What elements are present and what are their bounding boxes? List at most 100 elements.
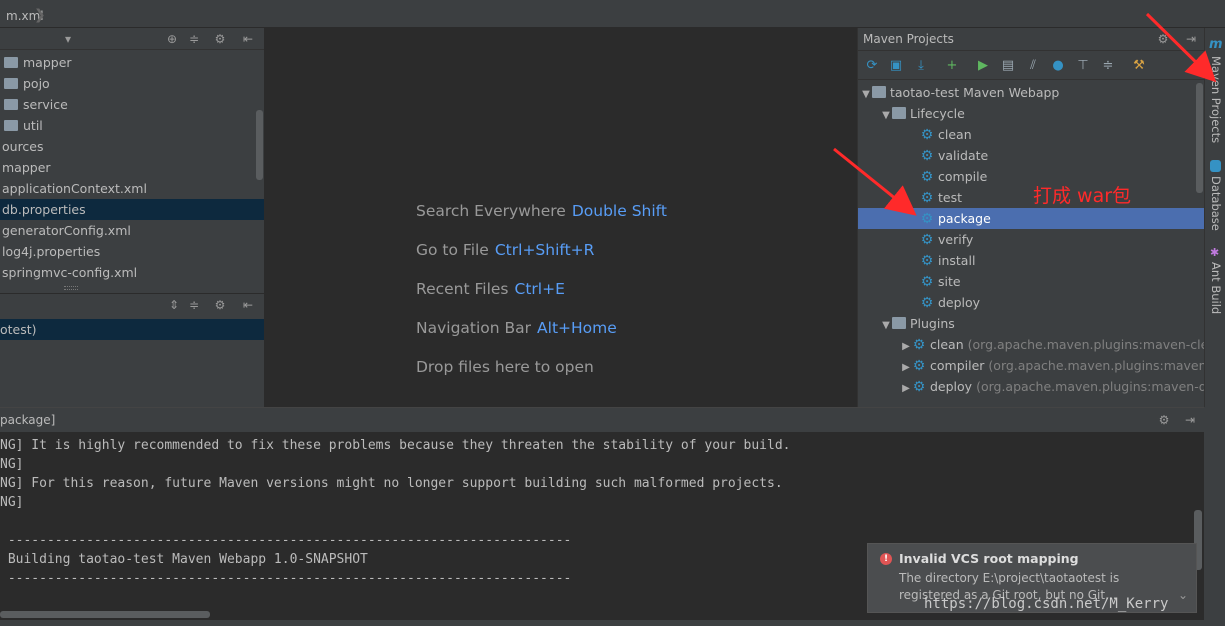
editor-hint-shortcut: Ctrl+E xyxy=(514,280,565,298)
project-tree-item-label: generatorConfig.xml xyxy=(2,223,131,238)
maven-goal-compile[interactable]: ⚙ compile xyxy=(858,166,1205,187)
gear-icon[interactable]: ⚙ xyxy=(1155,31,1171,47)
console-line: NG] It is highly recommended to fix thes… xyxy=(0,438,791,453)
tab-ant-build[interactable]: Ant Build xyxy=(1205,262,1225,314)
hide-icon[interactable]: ⇤ xyxy=(240,31,256,47)
reimport-icon[interactable]: ⟳ xyxy=(864,58,880,74)
maven-project-label: taotao-test Maven Webapp xyxy=(890,85,1060,100)
gear-icon[interactable]: ⚙ xyxy=(212,31,228,47)
project-tree-item[interactable]: pojo xyxy=(0,73,264,94)
gear-icon[interactable]: ⚙ xyxy=(1156,412,1172,428)
maven-plugins-node[interactable]: ▼ Plugins xyxy=(858,313,1205,334)
maven-scrollbar[interactable] xyxy=(1196,83,1203,193)
toggle-offline-icon[interactable]: ⫽ xyxy=(1025,58,1041,74)
maven-plugins-label: Plugins xyxy=(910,316,955,331)
download-icon[interactable]: ⤓ xyxy=(913,58,929,74)
editor-hint: Drop files here to open xyxy=(416,358,594,376)
status-strip xyxy=(0,620,1225,626)
console-hscrollbar[interactable] xyxy=(0,611,210,618)
maven-goal-test[interactable]: ⚙ test xyxy=(858,187,1205,208)
gear-icon[interactable]: ⚙ xyxy=(212,297,228,313)
show-dependencies-icon[interactable]: ⊤ xyxy=(1075,58,1091,74)
editor-hint: Navigation Bar Alt+Home xyxy=(416,319,617,337)
maven-toolbar: ⟳ ▣ ⤓ + ▶ ▤ ⫽ ● ⊤ ≑ ⚒ xyxy=(858,52,1205,80)
gear-icon: ⚙ xyxy=(920,148,934,164)
project-toolbar: ▾ ⊕ ≑ ⚙ ⇤ xyxy=(0,28,264,50)
settings-icon[interactable]: ⚒ xyxy=(1131,58,1147,74)
run-icon[interactable]: ▶ xyxy=(975,58,991,74)
maven-project-node[interactable]: ▼ taotao-test Maven Webapp xyxy=(858,82,1205,103)
hide-icon[interactable]: ⇤ xyxy=(240,297,256,313)
run-config-icon[interactable]: ▤ xyxy=(1000,58,1016,74)
folder-icon xyxy=(4,78,18,89)
project-tree-item[interactable]: applicationContext.xml xyxy=(0,178,264,199)
editor-hint-text: Navigation Bar xyxy=(416,319,532,337)
hide-icon[interactable]: ⇥ xyxy=(1183,31,1199,47)
structure-panel: ⇕ ≑ ⚙ ⇤ otest) xyxy=(0,293,264,407)
tab-database[interactable]: Database xyxy=(1205,176,1225,231)
console-line: NG] xyxy=(0,457,24,472)
generate-sources-icon[interactable]: ▣ xyxy=(888,58,904,74)
dropdown-arrow-icon[interactable]: ▾ xyxy=(60,31,76,47)
add-icon[interactable]: + xyxy=(944,58,960,74)
project-tree-item[interactable]: springmvc-config.xml xyxy=(0,262,264,283)
expand-arrow-icon: ▼ xyxy=(882,110,890,121)
project-tree-item[interactable]: util xyxy=(0,115,264,136)
project-tree-item[interactable]: service xyxy=(0,94,264,115)
expand-icon[interactable]: ⇕ xyxy=(166,297,182,313)
expand-arrow-icon: ▶ xyxy=(902,383,910,394)
maven-plugin-name: compiler xyxy=(930,358,985,373)
maven-goal-validate[interactable]: ⚙ validate xyxy=(858,145,1205,166)
project-tree-item-label: springmvc-config.xml xyxy=(2,265,138,280)
chevron-down-icon[interactable]: ⌄ xyxy=(1178,588,1188,602)
maven-goal-install[interactable]: ⚙ install xyxy=(858,250,1205,271)
maven-plugin-compiler[interactable]: ▶ ⚙ compiler (org.apache.maven.plugins:mave… xyxy=(858,355,1225,376)
project-tree-item-label: mapper xyxy=(2,160,51,175)
ant-icon: ✱ xyxy=(1210,246,1220,259)
maven-plugin-detail: (org.apache.maven.plugins:maven-co xyxy=(988,358,1225,373)
maven-plugin-clean[interactable]: ▶ ⚙ clean (org.apache.maven.plugins:maven-c… xyxy=(858,334,1224,355)
editor-tab-bar: m.xml ❯ xyxy=(0,0,1225,28)
project-tree-item-label: ources xyxy=(2,139,44,154)
console-line: ----------------------------------------… xyxy=(0,571,572,586)
maven-plugin-name: clean xyxy=(930,337,964,352)
project-tree-item[interactable]: mapper xyxy=(0,157,264,178)
maven-goal-clean[interactable]: ⚙ clean xyxy=(858,124,1205,145)
maven-plugin-detail: (org.apache.maven.plugins:maven-dep xyxy=(976,379,1223,394)
project-tree-item-label: util xyxy=(23,118,43,133)
console-line: ----------------------------------------… xyxy=(0,533,572,548)
project-tree-item[interactable]: generatorConfig.xml xyxy=(0,220,264,241)
resize-grip[interactable] xyxy=(64,286,78,290)
project-tree-item[interactable]: db.properties xyxy=(0,199,264,220)
editor-hint-text: Search Everywhere xyxy=(416,202,566,220)
project-tree-item[interactable]: mapper xyxy=(0,52,264,73)
collapse-icon[interactable]: ≑ xyxy=(186,297,202,313)
project-tree-item[interactable]: log4j.properties xyxy=(0,241,264,262)
project-tree-item[interactable]: ources xyxy=(0,136,264,157)
folder-icon xyxy=(4,120,18,131)
locate-icon[interactable]: ⊕ xyxy=(164,31,180,47)
maven-plugin-detail: (org.apache.maven.plugins:maven-clean xyxy=(967,337,1224,352)
maven-plugin-deploy[interactable]: ▶ ⚙ deploy (org.apache.maven.plugins:maven-… xyxy=(858,376,1222,397)
console-line: NG] xyxy=(0,495,24,510)
maven-goal-package[interactable]: ⚙ package xyxy=(858,208,1205,229)
structure-selected-row[interactable]: otest) xyxy=(0,319,264,340)
hide-icon[interactable]: ⇥ xyxy=(1182,412,1198,428)
collapse-icon[interactable]: ≑ xyxy=(186,31,202,47)
project-tree-item-label: mapper xyxy=(23,55,72,70)
maven-goal-label: deploy xyxy=(938,295,981,310)
error-icon: ! xyxy=(880,553,892,565)
maven-lifecycle-node[interactable]: ▼ Lifecycle xyxy=(858,103,1205,124)
tab-maven-projects[interactable]: Maven Projects xyxy=(1205,56,1225,143)
project-panel: ▾ ⊕ ≑ ⚙ ⇤ mapper pojo service util ources map… xyxy=(0,28,264,293)
editor-hint-shortcut: Double Shift xyxy=(571,202,667,220)
maven-goal-deploy[interactable]: ⚙ deploy xyxy=(858,292,1205,313)
collapse-all-icon[interactable]: ≑ xyxy=(1100,58,1116,74)
skip-tests-icon[interactable]: ● xyxy=(1050,58,1066,74)
maven-goal-verify[interactable]: ⚙ verify xyxy=(858,229,1205,250)
editor-hint-text: Recent Files xyxy=(416,280,509,298)
editor-hint: Go to File Ctrl+Shift+R xyxy=(416,241,594,259)
expand-arrow-icon: ▶ xyxy=(902,362,910,373)
maven-goal-site[interactable]: ⚙ site xyxy=(858,271,1205,292)
project-scrollbar[interactable] xyxy=(256,110,263,180)
